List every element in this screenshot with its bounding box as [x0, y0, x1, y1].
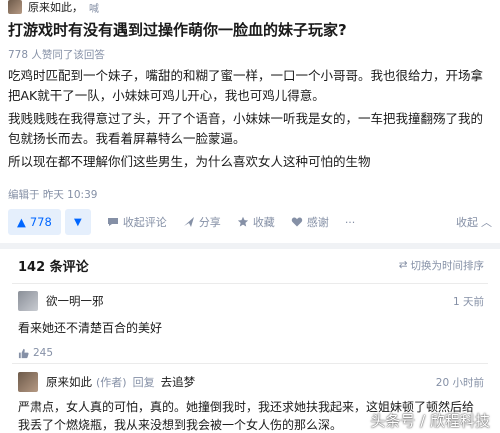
sort-toggle-label: 切换为时间排序: [410, 259, 485, 272]
vote-up-button[interactable]: ▲ 778: [8, 209, 61, 235]
answer-paragraph: 所以现在都不理解你们这些男生，为什么喜欢女人这种可怕的生物: [8, 154, 371, 169]
section-divider: [0, 243, 500, 249]
answer-action-bar: ▲ 778 ▼ 收起评论 分享 收藏 感谢 ··· 收起 ︿: [8, 209, 492, 235]
collapse-comments-button[interactable]: 收起评论: [107, 214, 167, 230]
like-count: 245: [33, 347, 54, 359]
favorite-label: 收藏: [252, 216, 275, 229]
thanks-label: 感谢: [306, 216, 329, 229]
watermark: 头条号 / 欣程科技: [370, 412, 490, 430]
comment-item: 欲一明一邪 1 天前 看来她还不清楚百合的美好 245: [18, 291, 484, 359]
vote-down-button[interactable]: ▼: [64, 209, 91, 235]
reply-target-name[interactable]: 去追梦: [161, 374, 196, 390]
star-icon: [237, 216, 248, 227]
comment-time: 20 小时前: [435, 376, 484, 389]
comments-header: 142 条评论 ⇄ 切换为时间排序: [18, 255, 484, 275]
thanks-button[interactable]: 感谢: [291, 214, 329, 230]
comment-icon: [107, 218, 118, 226]
avatar[interactable]: [18, 291, 38, 311]
collapse-label: 收起: [456, 216, 478, 229]
divider: [12, 283, 488, 284]
answer-paragraph: 吃鸡时匹配到一个妹子，嘴甜的和糊了蜜一样，一口一个小哥哥。我也很给力，开场拿把A…: [8, 68, 484, 103]
author-avatar[interactable]: [8, 0, 22, 14]
share-label: 分享: [198, 216, 221, 229]
edited-timestamp[interactable]: 编辑于 昨天 10:39: [8, 187, 97, 202]
avatar[interactable]: [18, 372, 38, 392]
thumbs-up-icon: [18, 348, 29, 358]
comment-count: 142 条评论: [18, 259, 89, 275]
commenter-name[interactable]: 原来如此: [46, 374, 92, 390]
vote-count: 778: [29, 215, 52, 229]
comment-text: 看来她还不清楚百合的美好: [18, 321, 163, 335]
author-signature: 喊: [89, 3, 99, 15]
answer-paragraph: 我贱贱贱在我得意过了头，开了个语音，小妹妹一听我是女的，一车把我撞翻殇了我的包就…: [8, 111, 484, 146]
swap-icon: ⇄: [398, 259, 408, 271]
author-strip: 原来如此， 喊: [0, 0, 500, 15]
divider: [12, 363, 488, 364]
author-tag: (作者): [96, 376, 127, 389]
question-title[interactable]: 打游戏时有没有遇到过操作萌你一脸血的妹子玩家?: [8, 20, 488, 40]
share-icon: [183, 217, 194, 227]
more-icon: ···: [344, 215, 356, 229]
heart-icon: [291, 217, 303, 227]
comment-time: 1 天前: [452, 295, 484, 308]
triangle-up-icon: ▲: [17, 215, 26, 229]
triangle-down-icon: ▼: [73, 216, 82, 228]
collapse-answer-button[interactable]: 收起 ︿: [456, 214, 492, 230]
chevron-up-icon: ︿: [481, 216, 492, 229]
share-button[interactable]: 分享: [183, 214, 221, 230]
reply-label: 回复: [132, 376, 155, 389]
collapse-comments-label: 收起评论: [122, 216, 167, 229]
author-name[interactable]: 原来如此，: [28, 0, 83, 15]
sort-toggle[interactable]: ⇄ 切换为时间排序: [399, 258, 484, 273]
commenter-name[interactable]: 欲一明一邪: [46, 293, 104, 309]
vote-summary[interactable]: 778 人赞同了该回答: [8, 47, 105, 62]
favorite-button[interactable]: 收藏: [237, 214, 275, 230]
like-button[interactable]: 245: [18, 347, 484, 359]
more-button[interactable]: ···: [345, 216, 356, 229]
